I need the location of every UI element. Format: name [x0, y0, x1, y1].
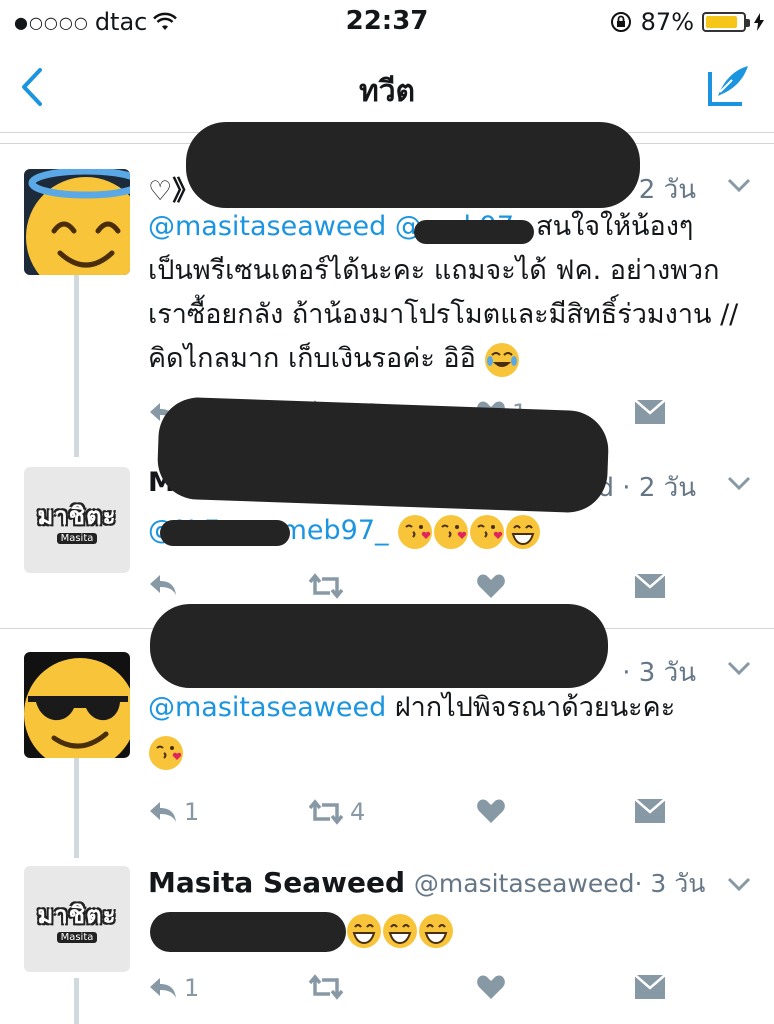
thread-line — [74, 748, 79, 858]
chevron-down-icon[interactable] — [726, 876, 752, 892]
halo-smile-emoji-avatar — [26, 169, 130, 275]
brand-logo-sub: Masita — [56, 932, 98, 943]
kiss-emoji — [149, 735, 183, 770]
user-handle[interactable]: @masitaseaweed — [414, 869, 635, 898]
retweet-icon — [308, 974, 344, 1000]
rotation-lock-icon — [610, 12, 631, 32]
direct-message-button[interactable] — [634, 573, 666, 599]
direct-message-icon — [634, 399, 666, 424]
kiss-emoji — [398, 514, 433, 549]
battery-level — [706, 16, 738, 28]
like-button[interactable] — [476, 974, 506, 1000]
reply-button[interactable]: 1 — [148, 798, 199, 826]
battery-percent: 87% — [640, 8, 694, 36]
heart-icon — [477, 975, 505, 999]
thread-line — [74, 263, 79, 457]
retweet-button[interactable]: 4 — [308, 798, 365, 826]
tweet-body: ฝากไปพิจรณาด้วยนะคะ — [394, 692, 676, 723]
tweet-item[interactable]: มาชิตะ Masita Masita Seaweed @masitaseaw… — [0, 850, 774, 1024]
reply-icon — [150, 802, 176, 822]
thread-line — [74, 978, 79, 1024]
mention-link[interactable]: @masitaseaweed — [148, 692, 386, 723]
avatar[interactable]: มาชิตะ Masita — [24, 866, 130, 972]
tweet-actions: 1 — [148, 974, 708, 1014]
brand-logo: มาชิตะ — [37, 901, 117, 929]
heart-icon — [477, 574, 505, 598]
avatar[interactable] — [24, 169, 130, 275]
redaction-block — [186, 122, 640, 208]
tears-of-joy-emoji — [485, 342, 520, 377]
brand-logo-sub: Masita — [56, 533, 98, 544]
tweet-header: Masita Seaweed @masitaseaweed· 3 วัน — [148, 864, 714, 904]
direct-message-button[interactable] — [634, 974, 666, 1000]
redaction-block — [150, 912, 346, 952]
kiss-emoji — [434, 514, 469, 549]
tweet-actions: 1 4 — [148, 798, 708, 838]
reply-button[interactable]: 1 — [148, 974, 199, 1002]
retweet-button[interactable] — [308, 573, 344, 599]
avatar[interactable]: มาชิตะ Masita — [24, 467, 130, 573]
tweet-time: · 3 วัน — [634, 869, 706, 898]
retweet-icon — [308, 573, 344, 599]
reply-button[interactable] — [148, 573, 178, 597]
redaction-block — [156, 396, 610, 514]
grin-emoji — [506, 514, 541, 549]
status-right: 87% — [609, 8, 764, 36]
tweet-text — [346, 908, 744, 952]
retweet-button[interactable] — [308, 974, 344, 1000]
redaction-block — [414, 220, 534, 244]
page-title: ทวีต — [358, 74, 416, 109]
grin-emoji — [419, 913, 453, 948]
reply-count: 1 — [184, 974, 200, 1002]
heart-icon — [477, 799, 505, 823]
grin-emoji — [383, 913, 417, 948]
mention-link[interactable]: @masitaseaweed — [148, 211, 386, 242]
tweet-text: @masitaseaweed ฝากไปพิจรณาด้วยนะคะ — [148, 686, 744, 774]
sunglasses-emoji-avatar — [24, 658, 130, 758]
chevron-down-icon[interactable] — [726, 475, 752, 491]
retweet-icon — [308, 799, 344, 825]
navigation-bar: ทวีต — [0, 42, 774, 133]
grin-emoji — [347, 913, 381, 948]
compose-tweet-icon[interactable] — [706, 62, 752, 108]
retweet-count: 4 — [350, 798, 366, 826]
display-name[interactable]: Masita Seaweed — [148, 866, 405, 899]
direct-message-button[interactable] — [634, 399, 666, 425]
avatar[interactable] — [24, 652, 130, 758]
brand-logo: มาชิตะ — [37, 502, 117, 530]
direct-message-icon — [634, 974, 666, 999]
chevron-down-icon[interactable] — [726, 660, 752, 676]
reply-count: 1 — [184, 798, 200, 826]
direct-message-icon — [634, 798, 666, 823]
status-bar: ●○○○○ dtac 22:37 87% — [0, 0, 774, 42]
reply-icon — [150, 978, 176, 998]
reply-icon — [150, 575, 176, 595]
kiss-emoji — [470, 514, 505, 549]
like-button[interactable] — [476, 573, 506, 599]
charging-icon — [754, 13, 764, 31]
battery-icon — [702, 12, 750, 32]
tweet-time: d · 2 วัน — [597, 473, 696, 503]
direct-message-icon — [634, 573, 666, 598]
like-button[interactable] — [476, 798, 506, 824]
chevron-down-icon[interactable] — [726, 177, 752, 193]
redaction-block — [160, 520, 290, 546]
redaction-block — [150, 604, 608, 688]
direct-message-button[interactable] — [634, 798, 666, 824]
